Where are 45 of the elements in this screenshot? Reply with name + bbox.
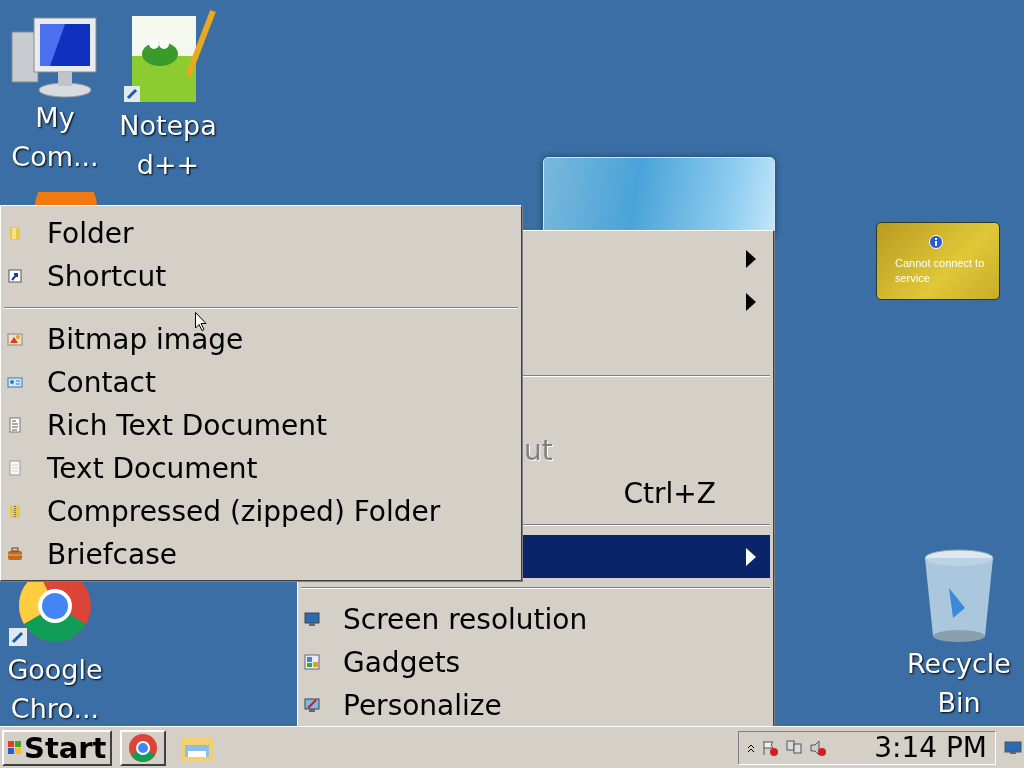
flag-icon[interactable] [761, 738, 779, 757]
network-icon[interactable] [785, 738, 803, 757]
menu-item[interactable]: Bitmap image [4, 318, 518, 361]
menu-item[interactable]: Shortcut [4, 255, 518, 298]
menu-item[interactable]: Personalize [301, 684, 770, 726]
menu-item[interactable]: Rich Text Document [4, 404, 518, 447]
icon-label: Google [7, 653, 103, 687]
monitor-icon [304, 611, 320, 627]
menu-item[interactable]: Text Document [4, 447, 518, 490]
app-icon [35, 192, 97, 206]
menu-item[interactable]: Contact [4, 361, 518, 404]
submenu-arrow-icon [746, 547, 756, 566]
submenu-arrow-icon [746, 292, 756, 311]
menu-item[interactable]: Screen resolution [301, 598, 770, 641]
show-desktop-icon[interactable] [1004, 740, 1022, 755]
folder-icon [7, 225, 23, 241]
icon-label: d++ [136, 148, 200, 182]
icon-label: Bin [937, 686, 981, 720]
icon-label: Recycle [907, 647, 1011, 681]
icon-label: My [35, 101, 75, 135]
menu-item[interactable]: Gadgets [301, 641, 770, 684]
submenu-arrow-icon [746, 249, 756, 268]
menu-item[interactable]: Briefcase [4, 533, 518, 576]
icon-label: Chro... [10, 692, 100, 726]
icon-label: Notepa [119, 109, 217, 143]
text-file-icon [7, 460, 23, 476]
speaker-muted-icon[interactable] [809, 738, 827, 757]
paint-monitor-icon [304, 697, 320, 713]
briefcase-icon [7, 546, 23, 562]
start-button[interactable]: Start [2, 729, 113, 766]
zip-folder-icon [7, 503, 23, 519]
menu-item[interactable]: Compressed (zipped) Folder [4, 490, 518, 533]
windows-logo-icon [8, 740, 22, 755]
contact-card-icon [7, 374, 23, 390]
chevron-up-icon[interactable] [747, 742, 755, 753]
shortcut-icon [7, 268, 23, 284]
gadget-message: Cannot connect to service [895, 256, 986, 286]
menu-item[interactable]: Folder [4, 212, 518, 255]
icon-label: Com... [11, 140, 99, 174]
document-icon [7, 417, 23, 433]
chrome-taskbar-button[interactable] [120, 729, 167, 766]
info-icon [929, 235, 943, 249]
image-icon [7, 331, 23, 347]
gadgets-icon [304, 654, 320, 670]
clock: 3:14 PM [874, 731, 987, 764]
